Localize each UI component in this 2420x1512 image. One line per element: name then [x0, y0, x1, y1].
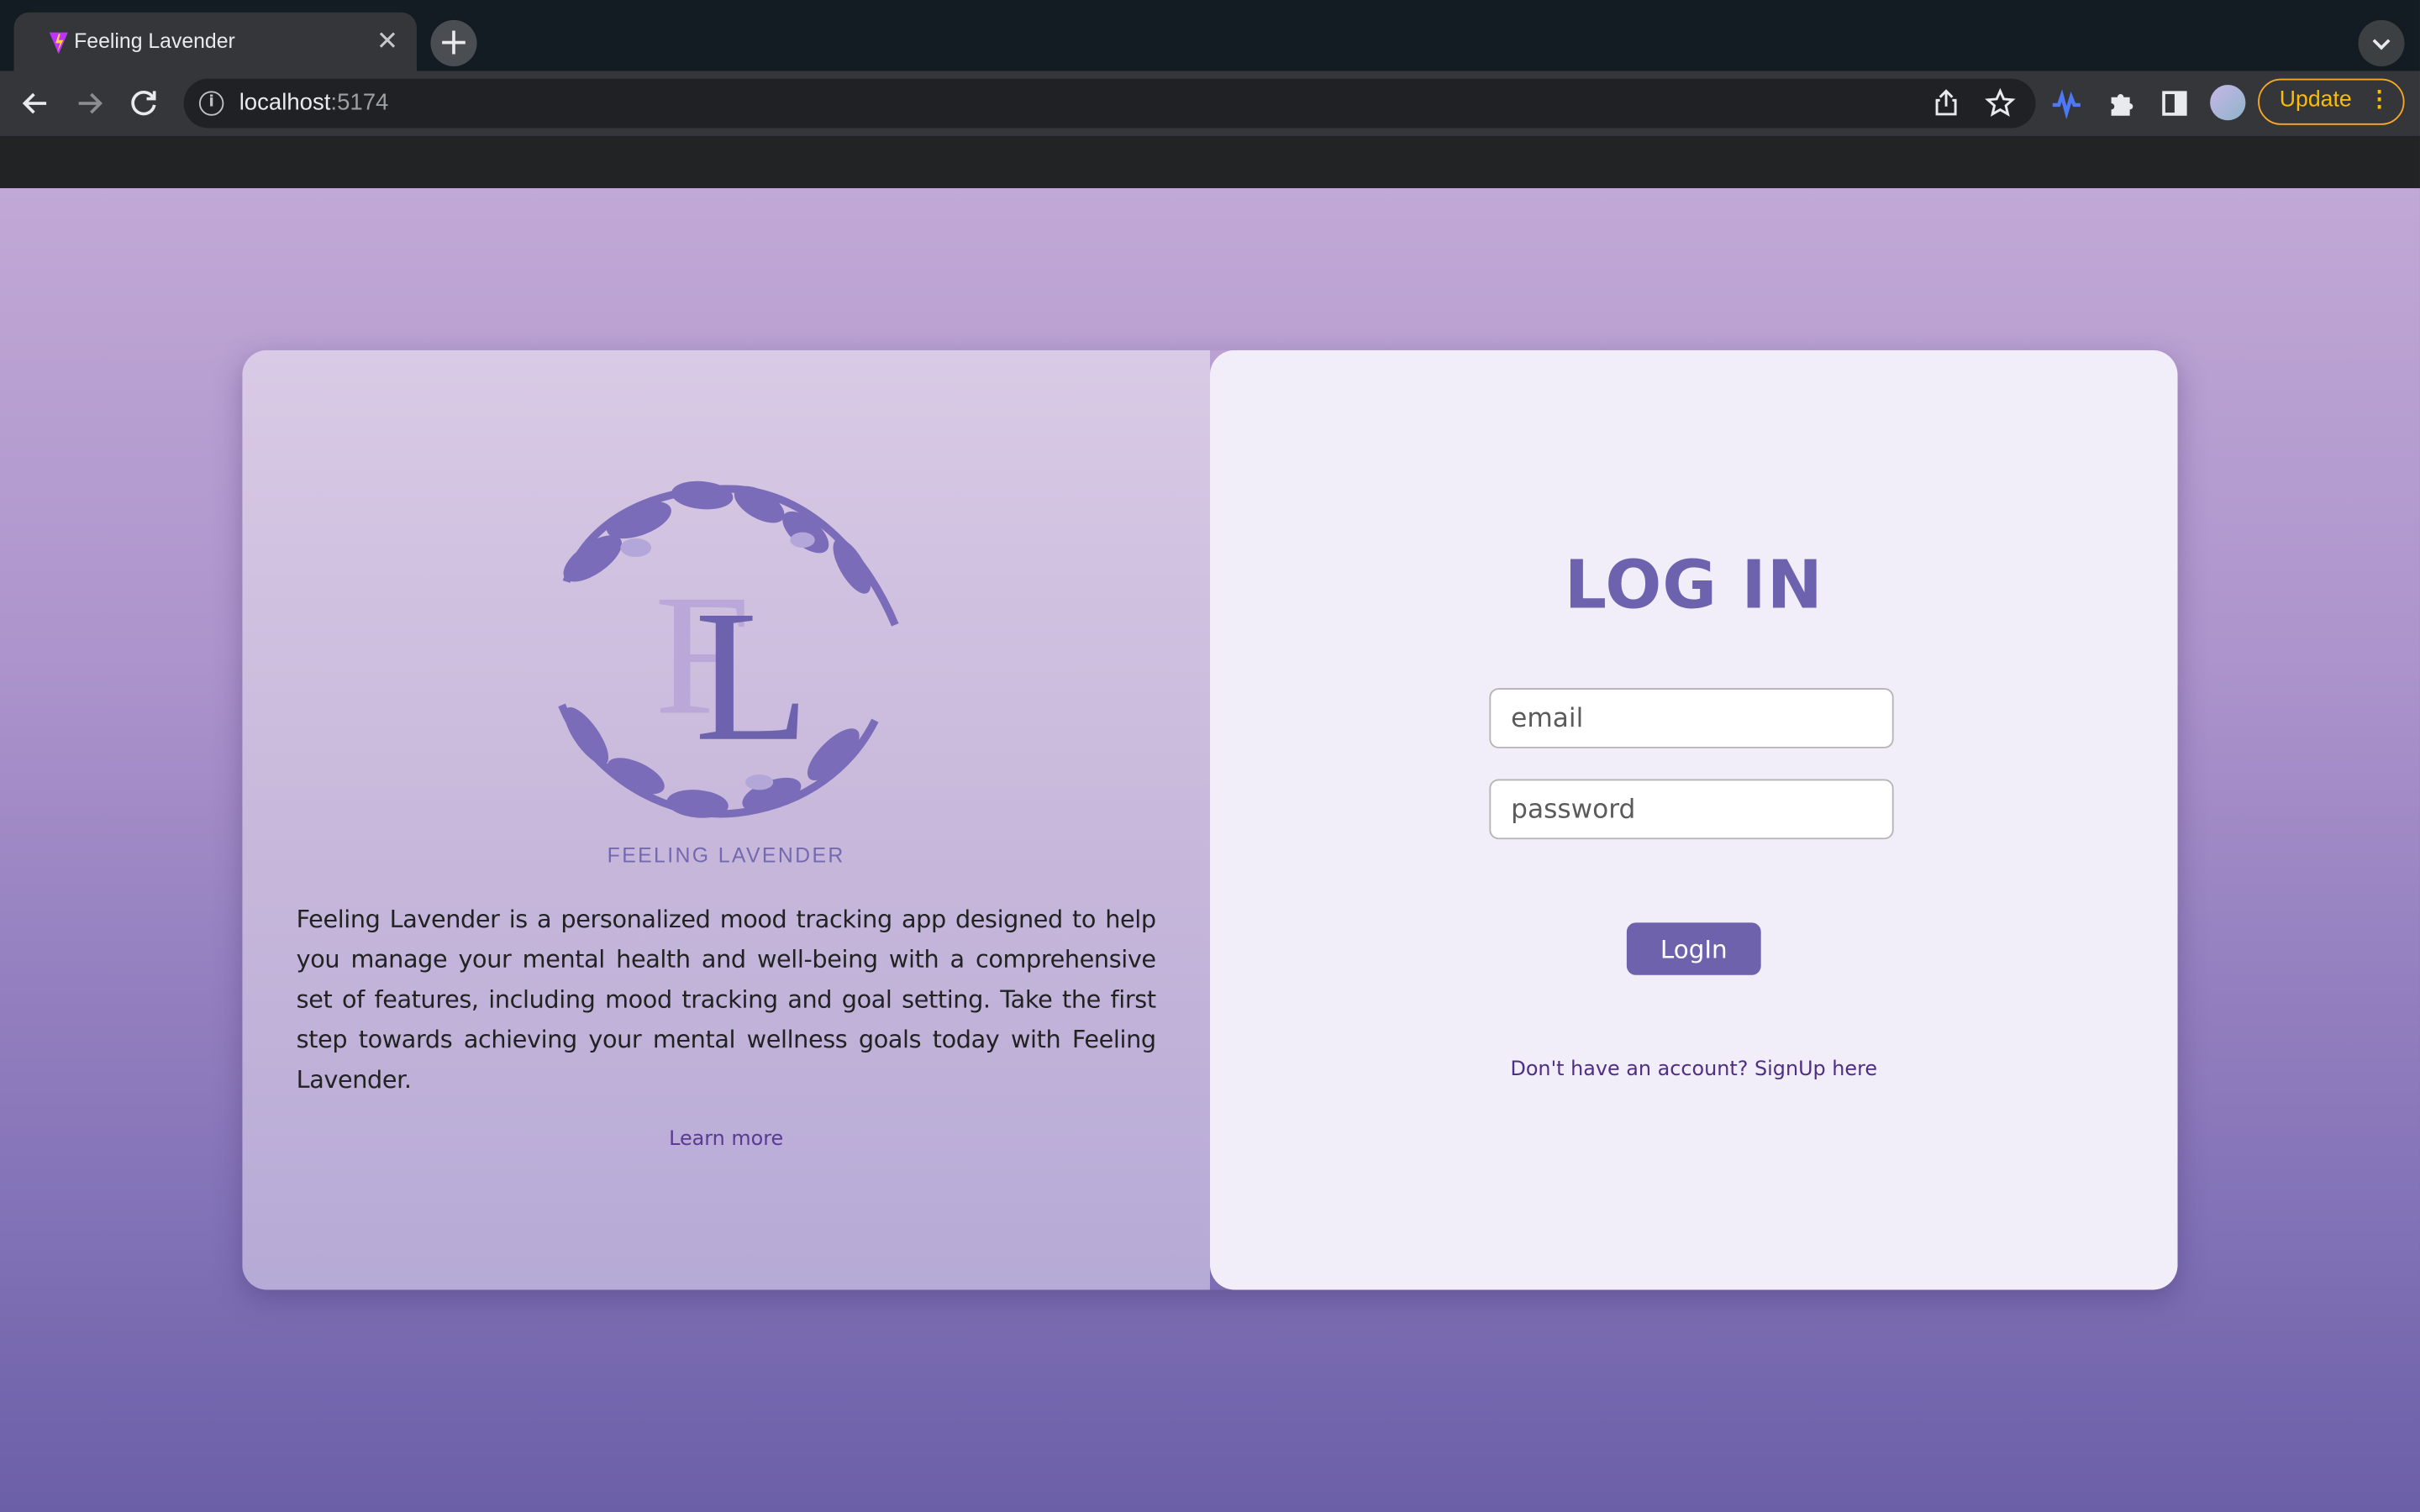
- feeling-lavender-logo: F L: [558, 480, 899, 818]
- login-title: LOG IN: [1564, 548, 1823, 625]
- learn-more-link[interactable]: Learn more: [242, 1128, 1210, 1152]
- url-text: localhost:5174: [239, 89, 389, 116]
- share-icon[interactable]: [1926, 83, 1966, 123]
- reload-icon[interactable]: [124, 83, 164, 123]
- password-field[interactable]: [1489, 779, 1894, 840]
- chevron-down-icon: [2372, 39, 2391, 50]
- tab-title: Feeling Lavender: [74, 29, 235, 53]
- info-icon[interactable]: i: [198, 91, 224, 116]
- brand-description: Feeling Lavender is a personalized mood …: [296, 906, 1156, 1095]
- puzzle-icon[interactable]: [2101, 83, 2141, 123]
- address-bar[interactable]: i localhost:5174: [183, 78, 2036, 129]
- tab-feeling-lavender[interactable]: Feeling Lavender ✕: [13, 12, 417, 73]
- signup-link[interactable]: Don't have an account? SignUp here: [1210, 1058, 2178, 1082]
- login-button[interactable]: LogIn: [1626, 922, 1761, 975]
- bookmark-star-icon[interactable]: [1980, 83, 2020, 123]
- extension-wave-icon[interactable]: [2046, 83, 2086, 123]
- sidepanel-icon[interactable]: [2154, 83, 2195, 123]
- menu-dots-icon: ⋮: [2368, 87, 2391, 113]
- email-field[interactable]: [1489, 688, 1894, 748]
- tab-search-button[interactable]: [2358, 19, 2405, 66]
- tab-strip: Feeling Lavender ✕ +: [0, 0, 2420, 73]
- back-icon[interactable]: [15, 83, 55, 123]
- brand-panel: F L FEELING LAVENDER Feeling Lavender is…: [242, 349, 1210, 1290]
- profile-avatar[interactable]: [2210, 85, 2246, 121]
- forward-icon[interactable]: [70, 83, 110, 123]
- update-button[interactable]: Update ⋮: [2258, 78, 2405, 125]
- bookmark-bar: [0, 135, 2420, 189]
- new-tab-icon[interactable]: +: [430, 19, 477, 66]
- svg-text:L: L: [695, 572, 810, 780]
- brand-name: FEELING LAVENDER: [607, 843, 845, 868]
- login-panel: LOG IN LogIn Don't have an account? Sign…: [1209, 349, 2178, 1290]
- page-background: F L FEELING LAVENDER Feeling Lavender is…: [0, 188, 2420, 1512]
- favicon-icon: [49, 32, 68, 55]
- close-tab-icon[interactable]: ✕: [373, 28, 401, 55]
- login-card: F L FEELING LAVENDER Feeling Lavender is…: [242, 349, 2178, 1290]
